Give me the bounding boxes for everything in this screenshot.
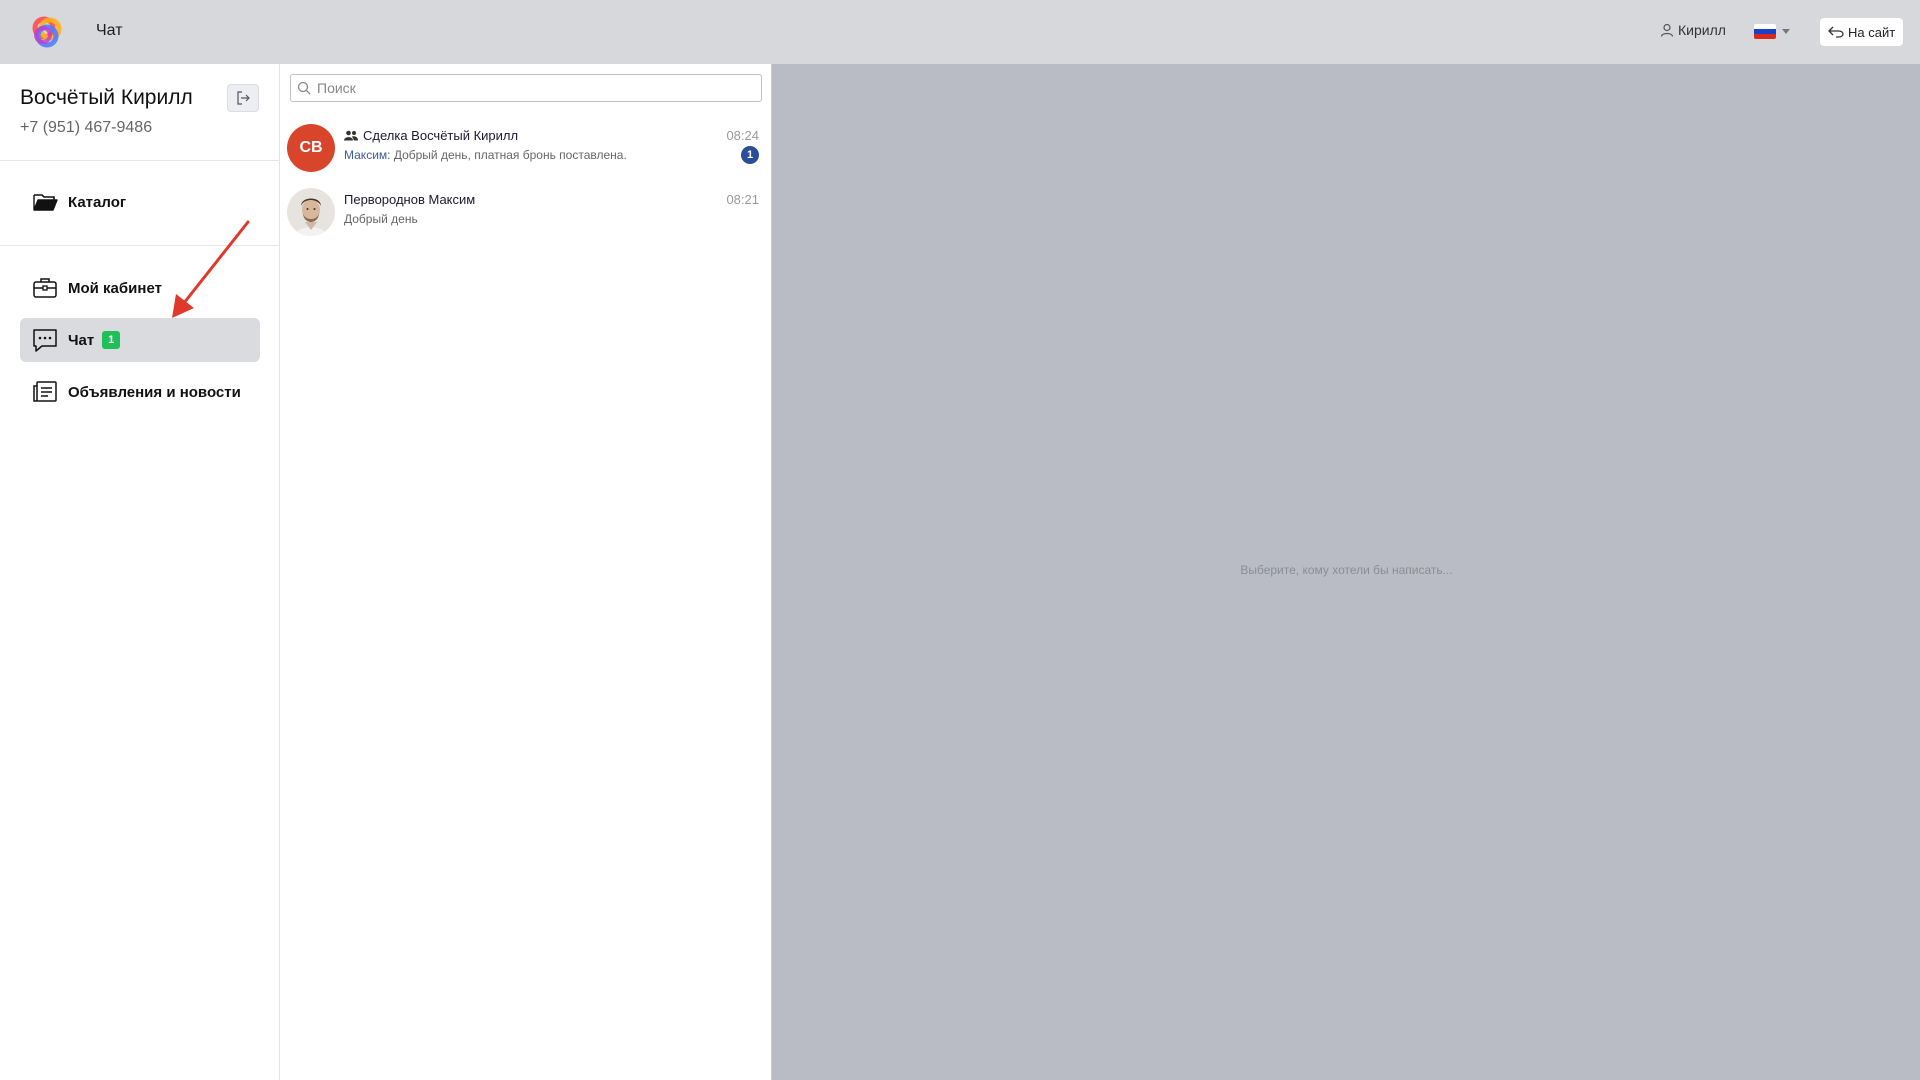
user-menu[interactable]: Кирилл [1660,22,1726,38]
sidebar-item-label: Мой кабинет [68,279,162,297]
avatar: СВ [287,124,335,172]
briefcase-icon [33,278,57,298]
group-icon [344,130,358,141]
sidebar-item-chat[interactable]: Чат 1 [20,318,260,362]
sidebar-item-cabinet[interactable]: Мой кабинет [20,266,260,310]
newspaper-icon [33,381,57,402]
chat-list-item[interactable]: Первороднов Максим Добрый день 08:21 [281,182,771,244]
chevron-down-icon [1782,29,1790,34]
top-bar: Чат Кирилл На сайт [0,0,1920,64]
chat-name: Первороднов Максим [344,192,476,207]
chat-list-panel: СВ Сделка Восчётый Кирилл Максим: Добрый… [281,64,771,1080]
sidebar-item-news[interactable]: Объявления и новости [20,370,260,414]
unread-badge: 1 [741,146,759,164]
divider [0,245,280,246]
page-title: Чат [96,22,123,39]
language-selector[interactable] [1754,24,1790,39]
chat-time: 08:21 [726,192,759,207]
avatar [287,188,335,236]
user-name: Кирилл [1678,22,1726,38]
chat-last-message: Добрый день [344,212,418,226]
profile-phone: +7 (951) 467-9486 [20,119,153,136]
app-logo-icon[interactable] [30,15,64,49]
to-site-label: На сайт [1848,24,1896,40]
message-text: Добрый день, платная бронь поставлена. [393,148,627,162]
search-box[interactable] [290,74,762,102]
return-arrow-icon [1828,26,1844,38]
chat-name-row: Сделка Восчётый Кирилл [344,128,518,143]
chat-last-message: Максим: Добрый день, платная бронь поста… [344,148,627,162]
profile-name: Восчётый Кирилл [20,86,193,109]
chat-name: Сделка Восчётый Кирилл [363,128,519,143]
sidebar-item-catalog[interactable]: Каталог [20,180,260,224]
search-icon [297,81,311,95]
to-site-button[interactable]: На сайт [1820,18,1904,46]
chat-bubble-icon [33,329,57,352]
conversation-panel: Выберите, кому хотели бы написать... [771,64,1920,1080]
logout-icon [237,91,250,105]
empty-conversation-hint: Выберите, кому хотели бы написать... [1240,563,1453,577]
user-icon [1660,23,1674,37]
chat-list-item[interactable]: СВ Сделка Восчётый Кирилл Максим: Добрый… [281,118,771,180]
message-sender: Максим: [344,148,391,162]
chat-count-badge: 1 [102,331,121,349]
sidebar: Восчётый Кирилл +7 (951) 467-9486 Катало… [0,64,280,1080]
logout-button[interactable] [227,84,259,112]
person-photo-icon [287,188,335,236]
sidebar-item-label: Объявления и новости [68,383,241,401]
ru-flag-icon [1754,24,1776,39]
sidebar-item-label: Чат [68,331,95,349]
search-input[interactable] [317,80,737,96]
chat-time: 08:24 [726,128,759,143]
divider [0,160,280,161]
sidebar-item-label: Каталог [68,193,127,211]
folder-icon [33,194,58,211]
